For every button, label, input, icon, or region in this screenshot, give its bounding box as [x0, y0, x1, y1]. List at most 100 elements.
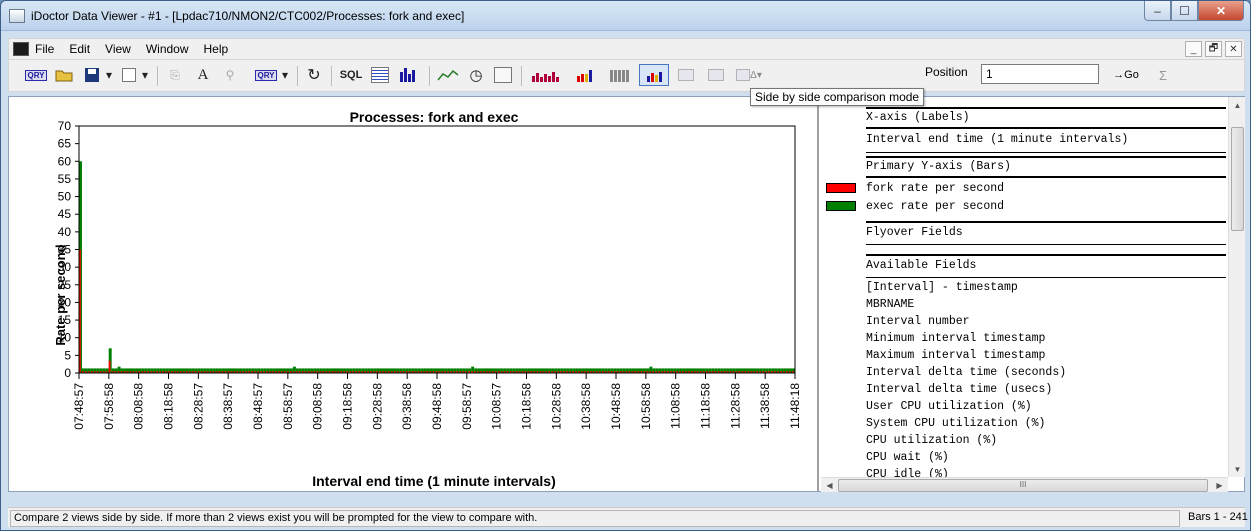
vertical-scrollbar[interactable]: ▲ ▼ — [1228, 97, 1245, 477]
window-controls: – ☐ ✕ — [1144, 1, 1244, 21]
sql-icon[interactable]: SQL — [337, 64, 365, 86]
y-tick-label: 70 — [58, 119, 72, 133]
y-tick-label: 15 — [58, 313, 72, 327]
available-field-item[interactable]: CPU idle (%) — [866, 468, 949, 477]
query-icon[interactable]: QRY — [23, 64, 49, 86]
scroll-left-icon[interactable]: ◀ — [821, 478, 838, 493]
query-edit-icon[interactable]: QRY — [253, 64, 279, 86]
y-tick-label: 30 — [58, 260, 72, 274]
mdi-minimize-button[interactable]: _ — [1185, 41, 1202, 57]
available-field-item[interactable]: Maximum interval timestamp — [866, 349, 1045, 362]
y-tick-label: 50 — [58, 190, 72, 204]
client-area: Processes: fork and exec Rate per second… — [8, 96, 1245, 492]
x-tick-label: 07:58:58 — [102, 383, 116, 430]
horizontal-scrollbar[interactable]: ◀ III ▶ — [821, 477, 1228, 492]
available-field-item[interactable]: CPU wait (%) — [866, 451, 949, 464]
save-icon[interactable] — [81, 64, 103, 86]
zoom-icon[interactable]: ⚲ — [219, 64, 241, 86]
bar-fork[interactable] — [108, 360, 111, 373]
legend-available-header: Available Fields — [866, 259, 977, 272]
minimize-button[interactable]: – — [1144, 1, 1171, 21]
sum-icon[interactable]: Σ — [1151, 65, 1175, 85]
delta-compare-icon[interactable]: Δ▾ — [733, 64, 765, 86]
available-field-item[interactable]: System CPU utilization (%) — [866, 417, 1045, 430]
x-tick-label: 09:48:58 — [430, 383, 444, 430]
chart-pane[interactable]: Processes: fork and exec Rate per second… — [9, 97, 819, 491]
menu-view[interactable]: View — [105, 42, 131, 56]
x-tick-label: 11:08:58 — [669, 383, 683, 429]
font-icon[interactable]: A — [193, 64, 213, 86]
compare-grid-icon[interactable] — [673, 64, 699, 86]
legend-pane[interactable]: X-axis (Labels) Interval end time (1 min… — [821, 97, 1226, 477]
query-dropdown-icon[interactable]: ▾ — [279, 64, 291, 86]
available-field-item[interactable]: CPU utilization (%) — [866, 434, 997, 447]
available-field-item[interactable]: Interval number — [866, 315, 970, 328]
horizontal-scroll-thumb[interactable]: III — [838, 479, 1208, 492]
menu-file[interactable]: File — [35, 42, 54, 56]
x-tick-label: 09:18:58 — [341, 383, 355, 430]
stacked-bar-icon[interactable] — [395, 64, 419, 86]
bar-chart-icon[interactable] — [527, 64, 563, 86]
app-icon[interactable] — [9, 9, 25, 23]
available-field-item[interactable]: [Interval] - timestamp — [866, 281, 1018, 294]
legend-y-axis-header: Primary Y-axis (Bars) — [866, 160, 1011, 173]
x-tick-label: 09:58:57 — [460, 383, 474, 430]
x-tick-label: 08:48:57 — [251, 383, 265, 430]
compare-list-icon[interactable] — [703, 64, 729, 86]
x-tick-label: 10:08:57 — [490, 383, 504, 430]
window-title: iDoctor Data Viewer - #1 - [Lpdac710/NMO… — [31, 9, 465, 23]
close-button[interactable]: ✕ — [1198, 1, 1244, 21]
maximize-button[interactable]: ☐ — [1171, 1, 1198, 21]
available-field-item[interactable]: Minimum interval timestamp — [866, 332, 1045, 345]
x-tick-label: 10:58:58 — [639, 383, 653, 430]
y-tick-label: 0 — [64, 366, 71, 380]
app-window: iDoctor Data Viewer - #1 - [Lpdac710/NMO… — [0, 0, 1251, 531]
mdi-restore-button[interactable]: 🗗 — [1205, 41, 1222, 57]
table-icon[interactable] — [493, 64, 513, 86]
exec-color-swatch[interactable] — [826, 201, 856, 211]
bar-outline-icon[interactable] — [605, 64, 633, 86]
available-field-item[interactable]: User CPU utilization (%) — [866, 400, 1032, 413]
clock-icon[interactable]: ◷ — [465, 64, 487, 86]
side-by-side-compare-icon[interactable] — [639, 64, 669, 86]
document-menu-icon[interactable] — [13, 42, 29, 56]
menu-edit[interactable]: Edit — [69, 42, 90, 56]
legend-series-exec[interactable]: exec rate per second — [866, 200, 1004, 213]
available-field-item[interactable]: Interval delta time (seconds) — [866, 366, 1066, 379]
x-tick-label: 10:48:58 — [609, 383, 623, 430]
vertical-scroll-thumb[interactable] — [1231, 127, 1244, 231]
y-tick-label: 40 — [58, 225, 72, 239]
y-tick-label: 25 — [58, 278, 72, 292]
available-field-item[interactable]: MBRNAME — [866, 298, 914, 311]
menu-bar: File Edit View Window Help _ 🗗 ✕ — [8, 38, 1245, 60]
legend-series-fork[interactable]: fork rate per second — [866, 182, 1004, 195]
save-dropdown-icon[interactable]: ▾ — [103, 64, 115, 86]
mdi-close-button[interactable]: ✕ — [1225, 41, 1242, 57]
menu-help[interactable]: Help — [204, 42, 229, 56]
fork-color-swatch[interactable] — [826, 183, 856, 193]
line-chart-icon[interactable] — [435, 64, 461, 86]
open-folder-icon[interactable] — [53, 64, 75, 86]
status-bar: Compare 2 views side by side. If more th… — [8, 507, 1250, 527]
bar-chart[interactable]: Processes: fork and exec Rate per second… — [9, 97, 817, 491]
go-button[interactable]: →Go — [1104, 65, 1148, 85]
menu-window[interactable]: Window — [146, 42, 189, 56]
copy-icon[interactable]: ⎘ — [164, 64, 186, 86]
scroll-down-icon[interactable]: ▼ — [1229, 461, 1246, 477]
legend-x-axis-value[interactable]: Interval end time (1 minute intervals) — [866, 133, 1128, 146]
y-tick-label: 45 — [58, 207, 72, 221]
x-tick-label: 10:38:58 — [579, 383, 593, 430]
color-bar-icon[interactable] — [569, 64, 599, 86]
tooltip: Side by side comparison mode — [750, 88, 925, 106]
field-list-icon[interactable] — [369, 64, 391, 86]
y-tick-label: 65 — [58, 137, 72, 151]
properties-dropdown-icon[interactable]: ▾ — [139, 64, 151, 86]
scroll-up-icon[interactable]: ▲ — [1229, 97, 1246, 113]
refresh-icon[interactable]: ↻ — [303, 64, 325, 86]
status-bar-count: Bars 1 - 241 of 241 — [1188, 511, 1250, 523]
available-field-item[interactable]: Interval delta time (usecs) — [866, 383, 1052, 396]
position-input[interactable] — [981, 64, 1099, 84]
scroll-right-icon[interactable]: ▶ — [1211, 478, 1228, 493]
properties-icon[interactable] — [119, 64, 139, 86]
legend-x-axis-header: X-axis (Labels) — [866, 111, 970, 124]
